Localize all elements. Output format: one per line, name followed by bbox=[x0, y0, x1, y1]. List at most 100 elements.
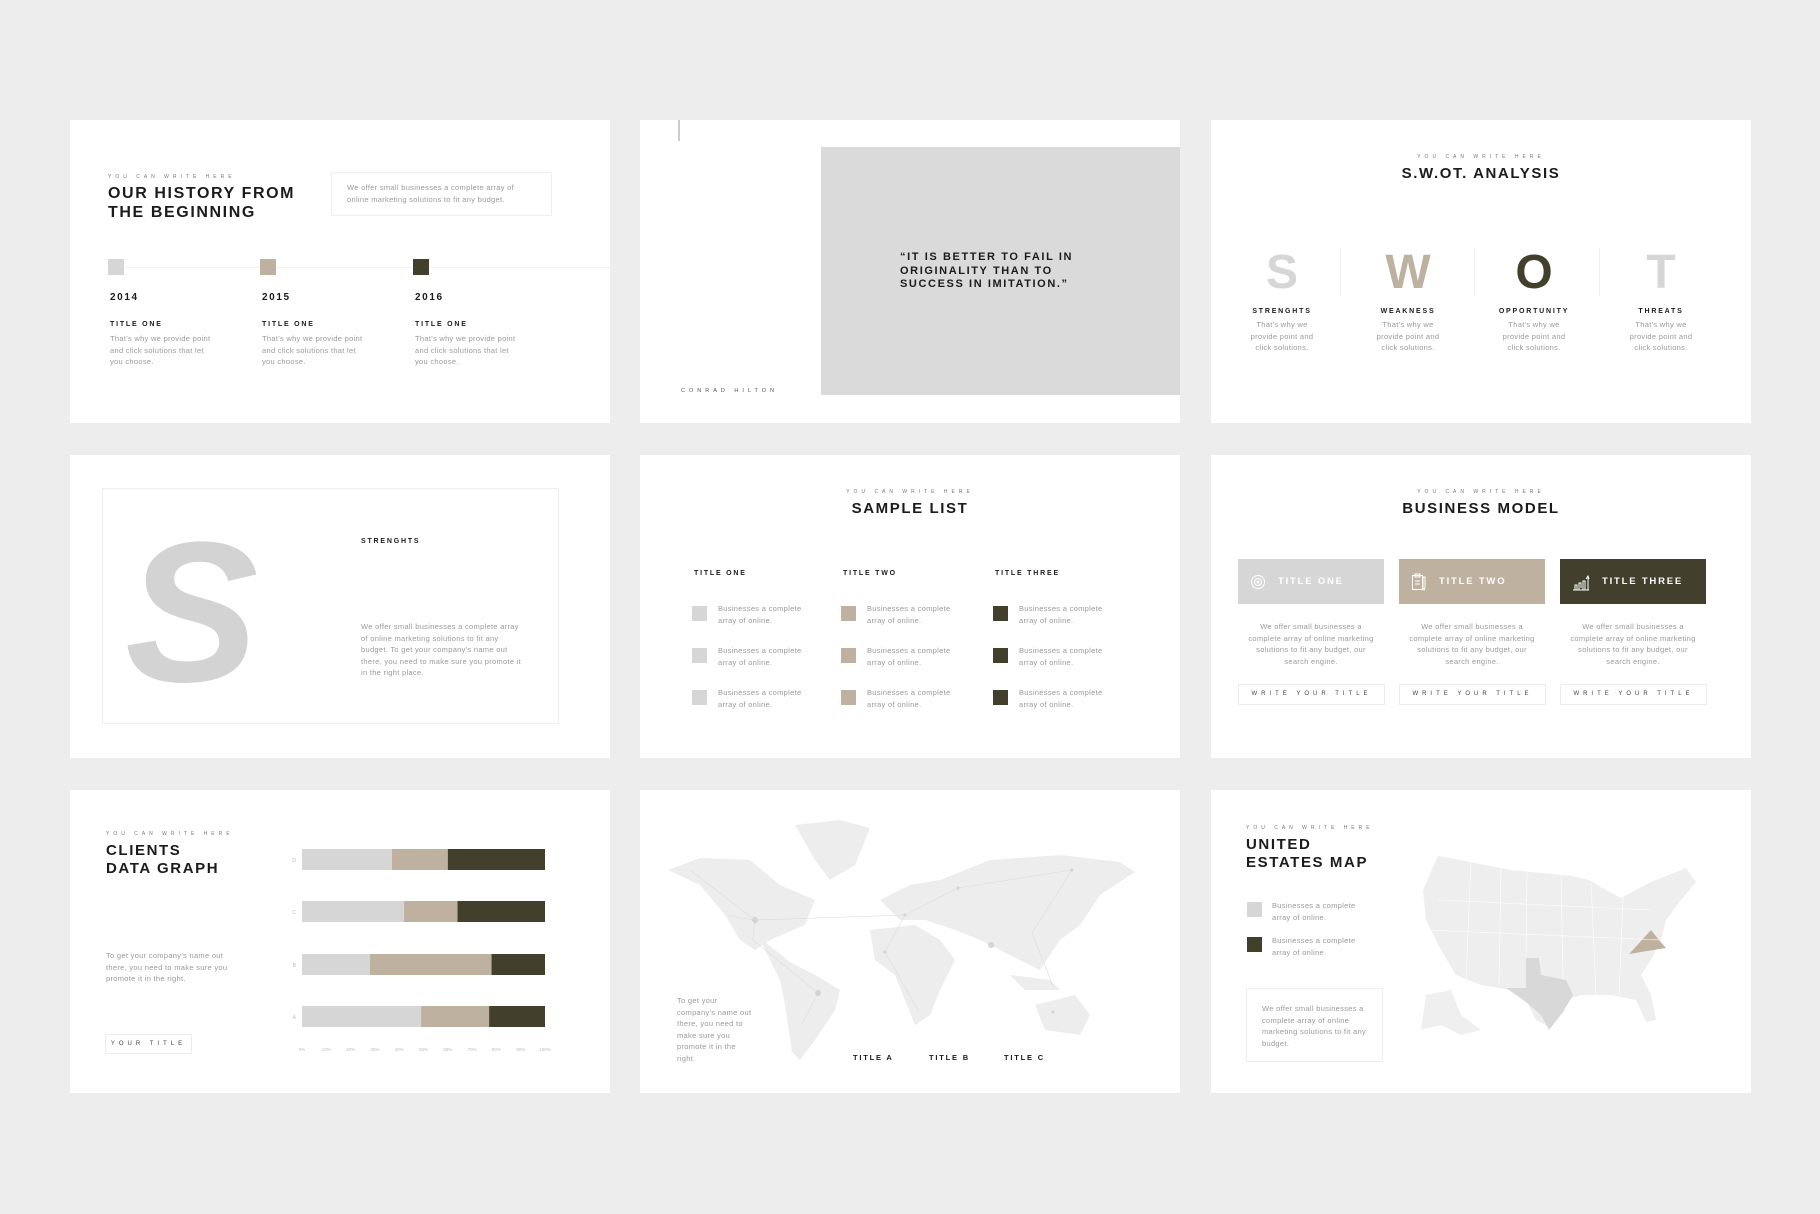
timeline-year: 2014 bbox=[110, 292, 139, 303]
x-tick-label: 50% bbox=[419, 1047, 428, 1052]
intro-box: We offer small businesses a complete arr… bbox=[331, 172, 552, 216]
slide-title: Business model bbox=[1402, 500, 1560, 517]
card-header[interactable]: Title three bbox=[1560, 559, 1706, 604]
swot-letter: T bbox=[1646, 246, 1676, 299]
slide-business-model[interactable]: You can write here Business model Title … bbox=[1211, 455, 1751, 758]
slide-us-map[interactable]: You can write here United Estates map Bus… bbox=[1211, 790, 1751, 1093]
x-tick-label: 80% bbox=[492, 1047, 501, 1052]
list-item: Businesses a complete array of online. bbox=[718, 646, 802, 667]
list-item: Businesses a complete array of online. bbox=[867, 646, 951, 667]
timeline-line bbox=[108, 267, 610, 268]
bar-segment bbox=[404, 901, 458, 922]
bar-segment bbox=[447, 849, 545, 870]
list-bullet bbox=[841, 690, 856, 705]
kicker: You can write here bbox=[1417, 154, 1545, 160]
slide-sample-list[interactable]: You can write here Sample list Title one… bbox=[640, 455, 1180, 758]
x-tick-label: 20% bbox=[346, 1047, 355, 1052]
swot-text: That's why we provide point and click so… bbox=[1629, 320, 1693, 352]
card-header[interactable]: Title one bbox=[1238, 559, 1384, 604]
timeline-marker bbox=[260, 259, 276, 275]
list-item: Businesses a complete array of online. bbox=[867, 604, 951, 625]
x-tick-label: 90% bbox=[516, 1047, 525, 1052]
bar-chart-icon bbox=[1572, 573, 1590, 591]
write-title-button[interactable]: Write your title bbox=[1238, 684, 1385, 705]
card-title: Title one bbox=[1278, 576, 1344, 587]
slide-clients-graph[interactable]: You can write here Clients Data graph To … bbox=[70, 790, 610, 1093]
swot-letter: S bbox=[1265, 246, 1298, 299]
category-label: A bbox=[293, 1015, 297, 1021]
timeline-text: That's why we provide point and click so… bbox=[415, 334, 516, 366]
list-bullet bbox=[692, 690, 707, 705]
card-text: We offer small businesses a complete arr… bbox=[1248, 622, 1374, 666]
quote-author: Conrad Hilton bbox=[681, 388, 779, 394]
write-title-button[interactable]: Write your title bbox=[1399, 684, 1546, 705]
timeline-year: 2015 bbox=[262, 292, 291, 303]
description: To get your company's name out there, yo… bbox=[677, 996, 752, 1063]
timeline-title: Title one bbox=[415, 321, 468, 328]
stacked-bar-chart: D C B A 0% 10% 20% 30% 40% 50% 60% 70% 80% 90% 100% bbox=[292, 849, 551, 1052]
timeline-title: Title one bbox=[262, 321, 315, 328]
card-title: Title three bbox=[1602, 576, 1684, 587]
list-bullet bbox=[841, 606, 856, 621]
slide-title: S.W.OT. Analysis bbox=[1401, 165, 1561, 182]
map-title-b: Title B bbox=[929, 1053, 970, 1062]
bar-segment bbox=[302, 901, 405, 922]
bar-segment bbox=[370, 954, 492, 975]
swot-letter: W bbox=[1385, 246, 1431, 299]
list-bullet bbox=[841, 648, 856, 663]
category-label: C bbox=[292, 910, 296, 916]
x-tick-label: 60% bbox=[443, 1047, 452, 1052]
divider bbox=[1474, 248, 1475, 296]
card-title: Title two bbox=[1439, 576, 1507, 587]
clipboard-icon bbox=[1411, 573, 1427, 591]
bar-segment bbox=[421, 1006, 490, 1027]
list-bullet bbox=[692, 606, 707, 621]
x-tick-label: 70% bbox=[468, 1047, 477, 1052]
slide-swot[interactable]: You can write here S.W.OT. Analysis S St… bbox=[1211, 120, 1751, 423]
list-item: Businesses a complete array of online. bbox=[1019, 604, 1103, 625]
swot-label: Threats bbox=[1638, 308, 1684, 315]
section-text: We offer small businesses a complete arr… bbox=[361, 622, 522, 677]
swot-text: That's why we provide point and click so… bbox=[1376, 320, 1440, 352]
slide-history[interactable]: You can write here Our history from the b… bbox=[70, 120, 610, 423]
list-item: Businesses a complete array of online. bbox=[1019, 646, 1103, 667]
list-bullet bbox=[993, 690, 1008, 705]
write-title-button[interactable]: Write your title bbox=[1560, 684, 1707, 705]
swot-letter: O bbox=[1515, 246, 1553, 299]
list-bullet bbox=[993, 606, 1008, 621]
list-item: Businesses a complete array of online. bbox=[718, 688, 802, 709]
category-label: B bbox=[293, 963, 297, 969]
list-item: Businesses a complete array of online. bbox=[867, 688, 951, 709]
list-item: Businesses a complete array of online. bbox=[1019, 688, 1103, 709]
slide-title: Our history from the beginning bbox=[108, 185, 296, 221]
bar-segment bbox=[457, 901, 545, 922]
bar-segment bbox=[491, 954, 545, 975]
timeline-marker bbox=[413, 259, 429, 275]
timeline-year: 2016 bbox=[415, 292, 444, 303]
bar-segment bbox=[391, 849, 448, 870]
swot-text: That's why we provide point and click so… bbox=[1502, 320, 1566, 352]
card-header[interactable]: Title two bbox=[1399, 559, 1545, 604]
swot-label: Strenghts bbox=[1252, 308, 1312, 315]
bar-segment bbox=[489, 1006, 545, 1027]
target-icon bbox=[1250, 574, 1266, 590]
kicker: You can write here bbox=[846, 489, 974, 495]
bar-segment bbox=[302, 849, 392, 870]
timeline-text: That's why we provide point and click so… bbox=[110, 334, 211, 366]
list-item: Businesses a complete array of online. bbox=[718, 604, 802, 625]
timeline-text: That's why we provide point and click so… bbox=[262, 334, 363, 366]
x-tick-label: 30% bbox=[370, 1047, 379, 1052]
x-tick-label: 0% bbox=[299, 1047, 306, 1052]
list-bullet bbox=[993, 648, 1008, 663]
swot-label: Weakness bbox=[1380, 308, 1436, 315]
card-text: We offer small businesses a complete arr… bbox=[1570, 622, 1696, 666]
accent-bar bbox=[678, 120, 680, 141]
map-title-a: Title A bbox=[853, 1053, 894, 1062]
us-map bbox=[1421, 856, 1696, 1035]
slide-quote[interactable]: “It is better to fail in originality tha… bbox=[640, 120, 1180, 423]
bar-segment bbox=[302, 1006, 422, 1027]
slide-strengths[interactable]: S Strenghts We offer small businesses a … bbox=[70, 455, 610, 758]
slide-world-map[interactable]: To get your company's name out there, yo… bbox=[640, 790, 1180, 1093]
map-title-c: Title C bbox=[1004, 1053, 1045, 1062]
column-title: Title three bbox=[995, 570, 1060, 577]
